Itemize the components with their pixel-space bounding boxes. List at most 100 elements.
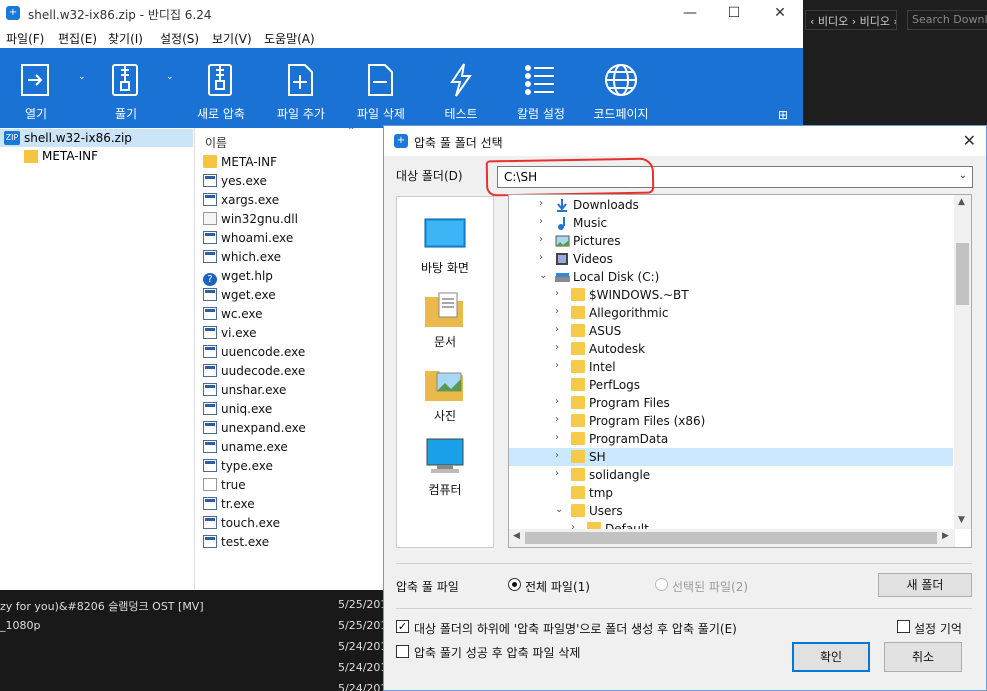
place-desktop[interactable]: 바탕 화면 <box>397 215 493 276</box>
background-search-input[interactable]: Search Downloads <box>907 10 987 30</box>
chevron-right-icon[interactable]: › <box>555 468 559 479</box>
list-item[interactable]: yes.exe <box>203 174 267 193</box>
list-item[interactable]: test.exe <box>203 535 269 554</box>
list-item[interactable]: win32gnu.dll <box>203 212 298 231</box>
tree-item-meta-inf[interactable]: META-INF <box>42 149 98 163</box>
horizontal-scrollbar[interactable]: ◀ ▶ <box>509 529 955 547</box>
list-item[interactable]: true <box>203 478 246 497</box>
scroll-down-icon[interactable]: ▼ <box>958 515 965 525</box>
remember-checkbox[interactable] <box>897 620 910 633</box>
toolbar-button-column-settings[interactable]: 칼럼 설정 <box>506 48 576 128</box>
scroll-thumb-h[interactable] <box>525 532 937 544</box>
chevron-right-icon[interactable]: › <box>555 450 559 461</box>
chevron-down-icon[interactable]: ⌄ <box>959 170 967 181</box>
tree-item[interactable]: › ProgramData <box>509 430 953 448</box>
tree-item[interactable]: › $WINDOWS.~BT <box>509 286 953 304</box>
place-pictures[interactable]: 사진 <box>397 363 493 424</box>
toolbar-button-delete-file[interactable]: 파일 삭제 <box>346 48 416 128</box>
delete-archive-checkbox[interactable] <box>396 645 409 658</box>
list-item[interactable]: which.exe <box>203 250 281 269</box>
remember-checkbox-label[interactable]: 설정 기억 <box>914 620 962 637</box>
ok-button[interactable]: 확인 <box>792 642 870 672</box>
menu-item[interactable]: 편집(E) <box>58 30 97 47</box>
list-item[interactable]: unshar.exe <box>203 383 286 402</box>
list-item[interactable]: uuencode.exe <box>203 345 305 364</box>
delete-archive-checkbox-label[interactable]: 압축 풀기 성공 후 압축 파일 삭제 <box>414 644 580 661</box>
toolbar-button-extract[interactable]: 풀기 ⌄ <box>84 48 174 128</box>
tree-item[interactable]: ⌄ Local Disk (C:) <box>509 268 953 286</box>
vertical-scrollbar[interactable]: ▲ ▼ <box>954 195 971 529</box>
place-computer[interactable]: 컴퓨터 <box>397 437 493 498</box>
maximize-button[interactable]: ☐ <box>714 3 754 23</box>
toolbar-button-new-archive[interactable]: 새로 압축 <box>186 48 256 128</box>
tree-item[interactable]: › Music <box>509 214 953 232</box>
chevron-right-icon[interactable]: › <box>555 324 559 335</box>
grid-view-icon[interactable]: ⊞ <box>778 108 788 122</box>
list-item[interactable]: wget.exe <box>203 288 276 307</box>
chevron-right-icon[interactable]: › <box>555 360 559 371</box>
list-item[interactable]: xargs.exe <box>203 193 279 212</box>
tree-item[interactable]: ⌄ Users <box>509 502 953 520</box>
close-button[interactable]: ✕ <box>760 3 800 23</box>
list-item[interactable]: wc.exe <box>203 307 263 326</box>
menu-item[interactable]: 도움말(A) <box>264 30 315 47</box>
chevron-down-icon[interactable]: ⌄ <box>539 270 547 281</box>
menu-item[interactable]: 보기(V) <box>212 30 252 47</box>
tree-item[interactable]: › Downloads <box>509 196 953 214</box>
chevron-right-icon[interactable]: › <box>539 234 543 245</box>
menu-item[interactable]: 설정(S) <box>160 30 199 47</box>
list-item[interactable]: tr.exe <box>203 497 255 516</box>
tree-item[interactable]: › Program Files (x86) <box>509 412 953 430</box>
list-item[interactable]: uname.exe <box>203 440 288 459</box>
chevron-right-icon[interactable]: › <box>539 198 543 209</box>
chevron-right-icon[interactable]: › <box>555 432 559 443</box>
scroll-up-icon[interactable]: ▲ <box>958 197 965 207</box>
chevron-right-icon[interactable]: › <box>539 252 543 263</box>
chevron-down-icon[interactable]: ⌄ <box>166 72 174 82</box>
list-item[interactable]: whoami.exe <box>203 231 293 250</box>
list-item[interactable]: uudecode.exe <box>203 364 305 383</box>
chevron-right-icon[interactable]: › <box>555 306 559 317</box>
list-item[interactable]: META-INF <box>203 155 277 174</box>
toolbar-button-add-file[interactable]: 파일 추가 <box>266 48 336 128</box>
tree-item[interactable]: › Allegorithmic <box>509 304 953 322</box>
subfolder-checkbox[interactable]: ✓ <box>396 620 409 633</box>
chevron-right-icon[interactable]: › <box>555 414 559 425</box>
tree-item[interactable]: › Videos <box>509 250 953 268</box>
chevron-right-icon[interactable]: › <box>555 396 559 407</box>
tree-item[interactable]: › Pictures <box>509 232 953 250</box>
place-documents[interactable]: 문서 <box>397 289 493 350</box>
scroll-left-icon[interactable]: ◀ <box>513 531 520 541</box>
radio-all-files-label[interactable]: 전체 파일(1) <box>525 578 590 595</box>
minimize-button[interactable]: — <box>670 3 710 23</box>
subfolder-checkbox-label[interactable]: 대상 폴더의 하위에 '압축 파일명'으로 폴더 생성 후 압축 풀기(E) <box>414 620 737 637</box>
tree-item[interactable]: › Intel <box>509 358 953 376</box>
tree-item[interactable]: › ASUS <box>509 322 953 340</box>
list-item[interactable]: vi.exe <box>203 326 257 345</box>
new-folder-button[interactable]: 새 폴더 <box>878 573 972 597</box>
column-header-name[interactable]: 이름 <box>205 134 227 151</box>
toolbar-button-test[interactable]: 테스트 <box>426 48 496 128</box>
toolbar-button-open[interactable]: 열기 ⌄ <box>6 48 86 128</box>
tree-item[interactable]: PerfLogs <box>509 376 953 394</box>
cancel-button[interactable]: 취소 <box>884 642 962 672</box>
close-icon[interactable]: ✕ <box>963 131 976 150</box>
chevron-right-icon[interactable]: › <box>555 288 559 299</box>
tree-root[interactable]: shell.w32-ix86.zip <box>24 131 132 145</box>
chevron-down-icon[interactable]: ⌄ <box>555 504 563 515</box>
chevron-right-icon[interactable]: › <box>539 216 543 227</box>
list-item[interactable]: ? wget.hlp <box>203 269 273 288</box>
chevron-right-icon[interactable]: › <box>555 342 559 353</box>
tree-item[interactable]: › SH <box>509 448 953 466</box>
scroll-thumb[interactable] <box>956 243 969 305</box>
list-item[interactable]: unexpand.exe <box>203 421 306 440</box>
menu-item[interactable]: 찾기(I) <box>108 30 143 47</box>
list-item[interactable]: type.exe <box>203 459 273 478</box>
list-item[interactable]: touch.exe <box>203 516 280 535</box>
tree-item[interactable]: tmp <box>509 484 953 502</box>
tree-item[interactable]: › Autodesk <box>509 340 953 358</box>
toolbar-button-codepage[interactable]: 코드페이지 <box>586 48 656 128</box>
list-item[interactable]: uniq.exe <box>203 402 272 421</box>
tree-item[interactable]: › Program Files <box>509 394 953 412</box>
radio-all-files[interactable] <box>508 578 521 591</box>
